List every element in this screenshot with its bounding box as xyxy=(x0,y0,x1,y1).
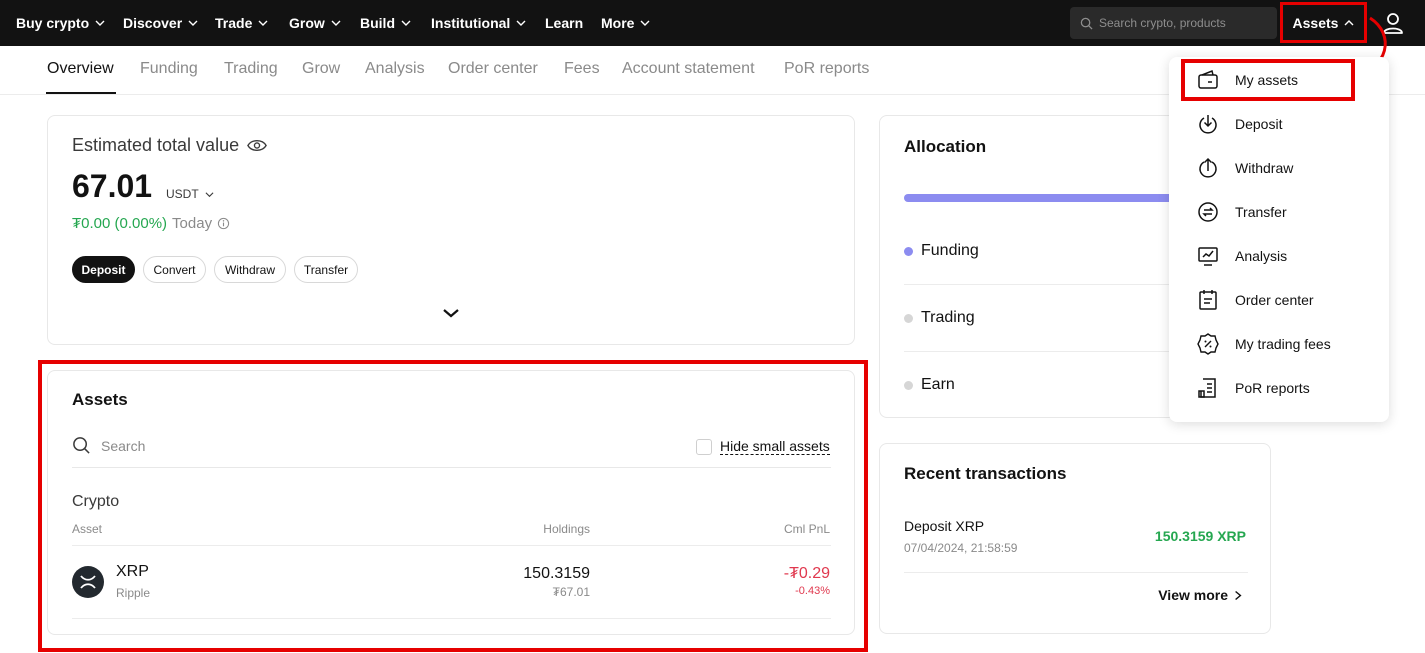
tab-fees[interactable]: Fees xyxy=(564,60,600,78)
trading-dot xyxy=(904,313,913,323)
chevron-down-icon xyxy=(331,20,341,26)
nav-build[interactable]: Build xyxy=(360,0,411,46)
order-center-icon xyxy=(1199,290,1217,310)
assets-dropdown-menu: My assets Deposit Withdraw Transfer Anal… xyxy=(1169,57,1389,422)
chevron-down-icon xyxy=(205,191,214,197)
estimated-value-title: Estimated total value xyxy=(72,135,267,156)
analysis-icon xyxy=(1198,247,1218,266)
info-icon[interactable] xyxy=(217,217,230,230)
recent-transactions-card: Recent transactions Deposit XRP 07/04/20… xyxy=(879,443,1271,634)
tab-overview[interactable]: Overview xyxy=(47,60,114,78)
menu-item-analysis[interactable]: Analysis xyxy=(1197,244,1287,268)
transaction-name[interactable]: Deposit XRP xyxy=(904,518,984,534)
transaction-amount: 150.3159 XRP xyxy=(1154,528,1246,544)
tab-por-reports[interactable]: PoR reports xyxy=(784,60,869,78)
eye-icon[interactable] xyxy=(247,139,267,152)
withdraw-button[interactable]: Withdraw xyxy=(214,256,286,283)
menu-item-transfer[interactable]: Transfer xyxy=(1197,200,1287,224)
chevron-down-icon xyxy=(640,20,650,26)
my-assets-highlight-box xyxy=(1181,59,1355,101)
recent-transactions-title: Recent transactions xyxy=(904,464,1067,483)
earn-dot xyxy=(904,380,913,390)
nav-learn[interactable]: Learn xyxy=(545,0,583,46)
menu-item-my-trading-fees[interactable]: My trading fees xyxy=(1197,332,1331,356)
tab-analysis[interactable]: Analysis xyxy=(365,60,425,78)
tab-trading[interactable]: Trading xyxy=(224,60,278,78)
trading-fees-icon xyxy=(1197,333,1219,355)
withdraw-icon xyxy=(1199,157,1217,178)
view-more-link[interactable]: View more xyxy=(1158,587,1242,603)
nav-discover[interactable]: Discover xyxy=(123,0,198,46)
top-nav: Buy crypto Discover Trade Grow Build Ins… xyxy=(0,0,1425,46)
transfer-icon xyxy=(1198,202,1218,222)
global-search[interactable] xyxy=(1070,7,1277,39)
tab-funding[interactable]: Funding xyxy=(140,60,198,78)
tab-grow[interactable]: Grow xyxy=(302,60,340,78)
assets-highlight-box xyxy=(38,360,868,652)
menu-item-por-reports[interactable]: PoR reports xyxy=(1197,376,1310,400)
expand-chevron-icon[interactable] xyxy=(441,306,461,320)
chevron-down-icon xyxy=(95,20,105,26)
allocation-bar xyxy=(904,194,1204,202)
chevron-right-icon xyxy=(1235,590,1242,600)
transaction-time: 07/04/2024, 21:58:59 xyxy=(904,541,1018,555)
global-search-input[interactable] xyxy=(1099,16,1269,30)
nav-buy-crypto[interactable]: Buy crypto xyxy=(16,0,105,46)
search-icon xyxy=(1080,17,1093,30)
nav-institutional[interactable]: Institutional xyxy=(431,0,526,46)
estimated-value-card: Estimated total value 67.01 USDT ₮0.00 (… xyxy=(47,115,855,345)
nav-grow[interactable]: Grow xyxy=(289,0,341,46)
funding-dot xyxy=(904,246,913,256)
convert-button[interactable]: Convert xyxy=(143,256,206,283)
estimated-value: 67.01 xyxy=(72,168,153,204)
deposit-icon xyxy=(1199,115,1217,134)
allocation-item-trading[interactable]: Trading xyxy=(904,309,975,327)
allocation-title: Allocation xyxy=(904,137,987,156)
chevron-down-icon xyxy=(516,20,526,26)
active-tab-indicator xyxy=(46,92,116,94)
chevron-down-icon xyxy=(188,20,198,26)
chevron-down-icon xyxy=(401,20,411,26)
menu-item-deposit[interactable]: Deposit xyxy=(1197,112,1282,136)
transfer-button[interactable]: Transfer xyxy=(294,256,358,283)
nav-trade[interactable]: Trade xyxy=(215,0,268,46)
allocation-item-funding[interactable]: Funding xyxy=(904,242,979,260)
chevron-down-icon xyxy=(258,20,268,26)
menu-item-withdraw[interactable]: Withdraw xyxy=(1197,156,1293,180)
estimated-change: ₮0.00 (0.00%) Today xyxy=(72,215,230,232)
tab-account-statement[interactable]: Account statement xyxy=(622,60,755,78)
divider xyxy=(904,572,1248,573)
por-reports-icon xyxy=(1198,378,1216,398)
nav-more[interactable]: More xyxy=(601,0,650,46)
currency-selector[interactable]: USDT xyxy=(166,187,214,201)
menu-item-order-center[interactable]: Order center xyxy=(1197,288,1314,312)
allocation-item-earn[interactable]: Earn xyxy=(904,376,955,394)
deposit-button[interactable]: Deposit xyxy=(72,256,135,283)
tab-order-center[interactable]: Order center xyxy=(448,60,538,78)
